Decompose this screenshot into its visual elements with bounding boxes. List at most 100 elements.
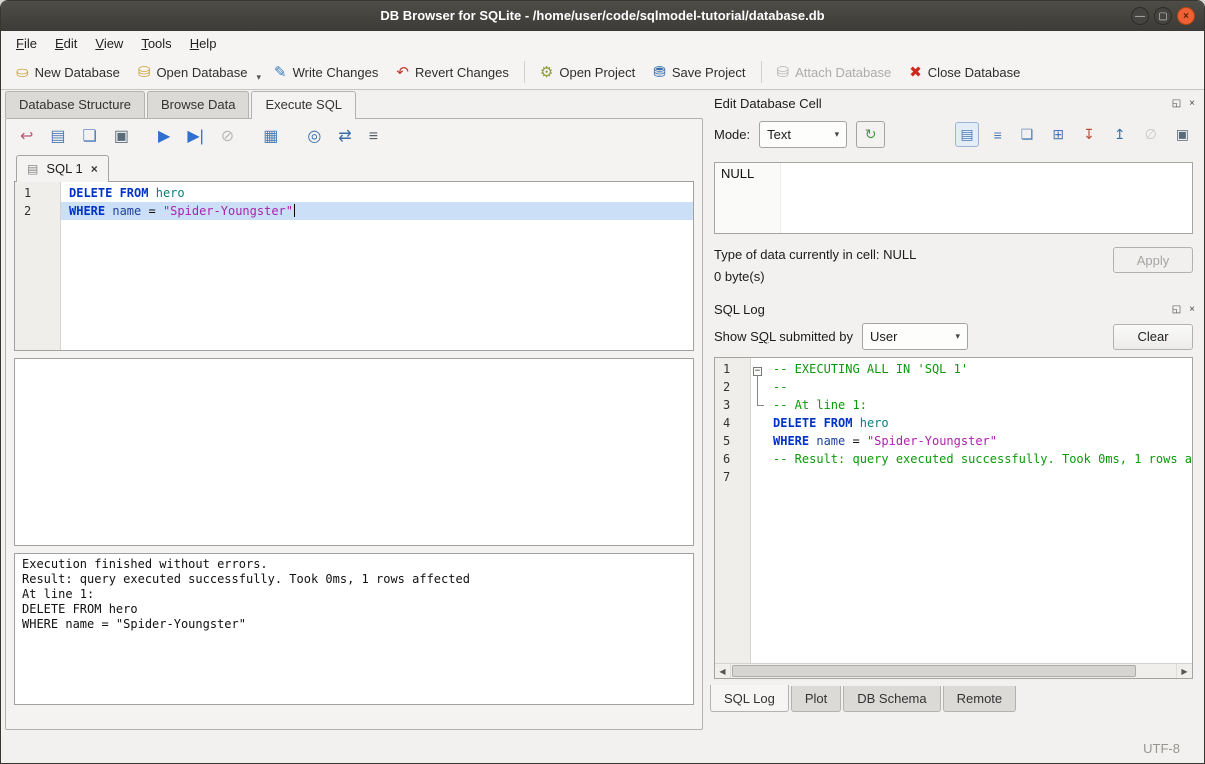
titlebar[interactable]: DB Browser for SQLite - /home/user/code/…	[1, 1, 1204, 31]
menu-view[interactable]: View	[86, 33, 132, 54]
tab-database-structure[interactable]: Database Structure	[5, 91, 145, 118]
close-dock-icon[interactable]: ×	[1189, 304, 1195, 315]
token-cmt: -- At line 1:	[773, 398, 867, 412]
refresh-icon: ↻	[865, 126, 877, 143]
clear-log-button[interactable]: Clear	[1113, 324, 1193, 350]
cell-editor-text-area[interactable]	[781, 163, 1192, 233]
cell-editor-toolbar: ▤≡❏⊞↧↥∅▣	[955, 122, 1197, 147]
find-icon[interactable]: ◎	[307, 129, 321, 145]
submitted-by-select[interactable]: User ▾	[862, 323, 968, 350]
save-project-button[interactable]: ⛃Save Project	[644, 60, 754, 85]
close-dock-icon[interactable]: ×	[1189, 98, 1195, 109]
attach-database-label: Attach Database	[795, 65, 891, 80]
menu-tools[interactable]: Tools	[132, 33, 180, 54]
code-line: --	[751, 378, 1192, 396]
token-kw: DELETE FROM	[773, 416, 852, 430]
save-sql-file-icon[interactable]: ❏	[83, 129, 97, 145]
print-icon[interactable]: ▣	[114, 129, 129, 145]
sql-log-content: 1234567 −-- EXECUTING ALL IN 'SQL 1'-- --…	[715, 358, 1192, 663]
line-number: 1	[715, 360, 750, 378]
code-text: -- EXECUTING ALL IN 'SQL 1'	[765, 360, 968, 378]
revert-changes-icon: ↶	[396, 65, 409, 80]
code-text: -- At line 1:	[765, 396, 867, 414]
open-database-icon: ⛁	[138, 65, 151, 80]
sql-log-viewer[interactable]: 1234567 −-- EXECUTING ALL IN 'SQL 1'-- --…	[714, 357, 1193, 679]
chevron-down-icon: ▾	[955, 331, 960, 342]
open-file-in-cell-icon[interactable]: ❏	[1017, 123, 1038, 146]
sql-editor[interactable]: 12 DELETE FROM heroWHERE name = "Spider-…	[14, 181, 694, 351]
right-panel: Edit Database Cell ◱ × Mode: Text ▾ ↻ ▤≡…	[708, 90, 1199, 734]
revert-changes-button[interactable]: ↶Revert Changes	[387, 60, 518, 85]
editor-code-area[interactable]: DELETE FROM heroWHERE name = "Spider-You…	[61, 182, 693, 350]
replace-icon[interactable]: ⇄	[338, 129, 351, 145]
export-cell-icon[interactable]: ↧	[1079, 123, 1099, 146]
mode-value: Text	[767, 127, 791, 142]
write-changes-button[interactable]: ✎Write Changes	[265, 60, 387, 85]
open-database-dropdown-arrow[interactable]: ▾	[257, 62, 266, 83]
execute-all-icon[interactable]: ▶	[158, 129, 170, 145]
save-results-icon[interactable]: ▦	[263, 129, 278, 145]
sql-editor-toolbar: ↩▤❏▣▶▶|⊘▦◎⇄≡	[14, 125, 694, 155]
mode-row: Mode: Text ▾ ↻ ▤≡❏⊞↧↥∅▣	[708, 115, 1199, 148]
log-line-number-gutter: 1234567	[715, 358, 751, 663]
scroll-right-button[interactable]: ▶	[1176, 664, 1192, 678]
close-tab-icon[interactable]: ×	[91, 162, 98, 176]
print-cell-icon[interactable]: ▣	[1172, 123, 1193, 146]
open-sql-new-tab-icon[interactable]: ↩	[20, 129, 33, 145]
execute-line-icon[interactable]: ▶|	[187, 129, 203, 145]
horizontal-scrollbar[interactable]: ◀ ▶	[715, 663, 1192, 678]
cell-editor-margin: NULL	[715, 163, 781, 233]
sql-tab-label: SQL 1	[46, 161, 82, 176]
code-line: WHERE name = "Spider-Youngster"	[751, 432, 1192, 450]
results-grid[interactable]	[14, 358, 694, 546]
toolbar-separator	[761, 61, 762, 83]
save-cell-to-file-icon[interactable]: ⊞	[1048, 123, 1068, 146]
close-database-button[interactable]: ✖Close Database	[900, 60, 1029, 85]
menu-file[interactable]: File	[7, 33, 46, 54]
save-project-icon: ⛃	[653, 65, 666, 80]
toolbar-separator	[524, 61, 525, 83]
token-fld: name	[816, 434, 845, 448]
open-database-button[interactable]: ⛁Open Database	[129, 60, 257, 85]
minimize-button[interactable]: —	[1131, 7, 1149, 25]
menu-edit[interactable]: Edit	[46, 33, 86, 54]
close-icon: ×	[1183, 11, 1189, 22]
float-dock-icon[interactable]: ◱	[1172, 304, 1181, 315]
dock-tab-sql-log[interactable]: SQL Log	[710, 685, 789, 712]
open-project-icon: ⚙	[540, 65, 553, 80]
close-database-icon: ✖	[909, 65, 922, 80]
dock-tab-db-schema[interactable]: DB Schema	[843, 686, 940, 712]
fold-none-marker	[751, 432, 765, 450]
import-cell-icon[interactable]: ↥	[1110, 123, 1130, 146]
menu-help[interactable]: Help	[181, 33, 226, 54]
scroll-left-button[interactable]: ◀	[715, 664, 731, 678]
execution-messages: Execution finished without errors. Resul…	[14, 553, 694, 705]
word-wrap-icon[interactable]: ≡	[990, 124, 1006, 146]
scrollbar-thumb[interactable]	[732, 665, 1136, 677]
maximize-button[interactable]: ▢	[1154, 7, 1172, 25]
code-text: WHERE name = "Spider-Youngster"	[61, 202, 295, 220]
scroll-left-icon: ◀	[719, 667, 725, 676]
sql-tab-1[interactable]: ▤ SQL 1 ×	[16, 155, 109, 182]
close-window-button[interactable]: ×	[1177, 7, 1195, 25]
float-dock-icon[interactable]: ◱	[1172, 98, 1181, 109]
apply-button: Apply	[1113, 247, 1193, 273]
edit-cell-title: Edit Database Cell	[714, 96, 822, 111]
tab-browse-data[interactable]: Browse Data	[147, 91, 249, 118]
dock-controls: ◱ ×	[1172, 98, 1195, 109]
dock-tab-plot[interactable]: Plot	[791, 686, 841, 712]
mode-select[interactable]: Text ▾	[759, 121, 847, 148]
open-project-button[interactable]: ⚙ Open Project	[531, 60, 644, 85]
dock-tab-remote[interactable]: Remote	[943, 686, 1017, 712]
open-project-label: Open Project	[559, 65, 635, 80]
cell-editor[interactable]: NULL	[714, 162, 1193, 234]
format-sql-icon[interactable]: ≡	[369, 129, 378, 145]
new-database-button[interactable]: ⛀New Database	[7, 60, 129, 85]
text-mode-icon[interactable]: ▤	[955, 122, 978, 147]
token-str: "Spider-Youngster"	[163, 204, 293, 218]
cell-info-text: Type of data currently in cell: NULL 0 b…	[714, 247, 916, 284]
open-sql-file-icon[interactable]: ▤	[50, 129, 65, 145]
auto-switch-mode-button[interactable]: ↻	[856, 121, 885, 148]
fold-toggle-icon[interactable]: −	[753, 367, 762, 376]
tab-execute-sql[interactable]: Execute SQL	[251, 91, 356, 119]
